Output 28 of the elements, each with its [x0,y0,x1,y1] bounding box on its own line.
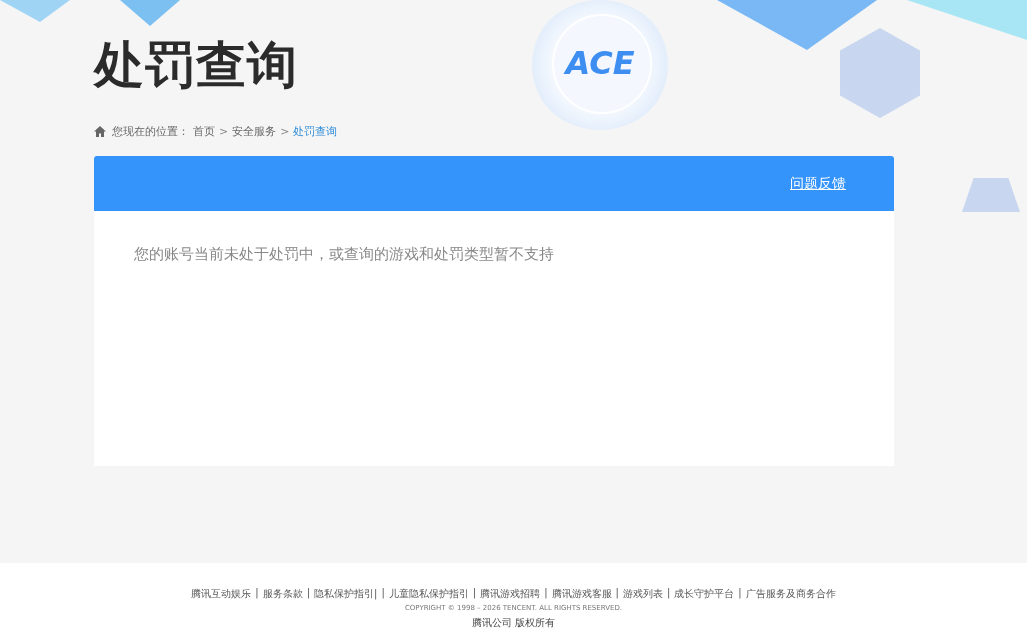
footer-link[interactable]: 腾讯游戏客服 [551,587,612,601]
logo: ACE [562,44,636,82]
link-separator: | [472,587,477,601]
breadcrumb-separator: > [219,125,229,138]
rights-text: 腾讯公司 版权所有 [470,616,557,630]
breadcrumb-separator: > [280,125,290,138]
link-separator: | [381,587,385,601]
link-separator: | [615,587,619,601]
footer-link[interactable]: 广告服务及商务合作 [745,587,836,601]
breadcrumb-label: 您现在的位置： [112,124,189,139]
link-separator: | [306,587,311,601]
footer-link[interactable]: 儿童隐私保护指引 [388,587,469,601]
link-separator: | [666,587,671,601]
breadcrumb-link[interactable]: 首页 [193,124,215,139]
home-icon [94,126,106,137]
footer-link[interactable]: 游戏列表 [622,587,663,601]
link-separator: | [738,587,742,601]
footer-link[interactable]: 隐私保护指引| [314,587,378,601]
breadcrumb-link[interactable]: 处罚查询 [293,124,338,139]
footer-link[interactable]: 成长守护平台 [674,587,735,601]
link-separator: | [544,587,548,601]
footer-link[interactable]: 服务条款 [262,587,303,601]
status-message: 您的账号当前未处于处罚中，或查询的游戏和处罚类型暂不支持 [134,244,555,264]
link-separator: | [255,587,259,601]
footer-link[interactable]: 腾讯游戏招聘 [480,587,541,601]
breadcrumb-link[interactable]: 安全服务 [232,124,277,139]
footer-link[interactable]: 腾讯互动娱乐 [191,587,252,601]
page-title: 处罚查询 [94,35,298,96]
